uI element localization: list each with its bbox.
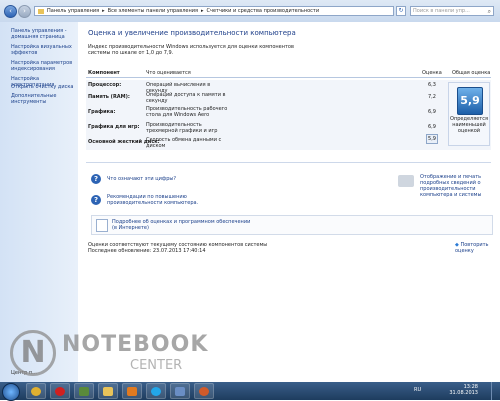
column-header-what: Что оценивается bbox=[146, 70, 191, 76]
forward-button[interactable]: › bbox=[18, 5, 31, 18]
watermark-line1: NOTEBOOK bbox=[62, 332, 209, 357]
link-what-mean[interactable]: ? Что означают эти цифры? bbox=[91, 174, 176, 184]
component-name: Процессор: bbox=[88, 82, 122, 88]
component-score: 6,9 bbox=[428, 109, 436, 115]
component-name: Графика для игр: bbox=[88, 124, 140, 130]
document-icon bbox=[96, 219, 108, 232]
sidebar-item-disk-cleanup[interactable]: Открыть очистку диска bbox=[11, 84, 75, 90]
component-score: 7,2 bbox=[428, 94, 436, 100]
breadcrumb[interactable]: Панель управления ▸ Все элементы панели … bbox=[34, 6, 394, 16]
link-print-details[interactable]: Отображение и печать подробных сведений … bbox=[420, 174, 498, 198]
taskbar-app-chrome[interactable] bbox=[26, 383, 46, 399]
divider bbox=[86, 162, 491, 163]
notebookcenter-watermark: N NOTEBOOK CENTER bbox=[10, 330, 220, 376]
sidebar-item-visual-effects[interactable]: Настройка визуальных эффектов bbox=[11, 44, 75, 56]
link-more-info[interactable]: Подробнее об оценках и программном обесп… bbox=[112, 219, 252, 231]
taskbar-app-game[interactable] bbox=[74, 383, 94, 399]
status-text: Оценки соответствуют текущему состоянию … bbox=[88, 242, 267, 254]
link-recommendations[interactable]: ? Рекомендации по повышению производител… bbox=[91, 194, 227, 206]
column-header-component: Компонент bbox=[88, 70, 120, 76]
rerun-assessment-link[interactable]: ◆ Повторить оценку bbox=[455, 242, 500, 254]
link-recommendations-text[interactable]: Рекомендации по повышению производительн… bbox=[107, 194, 227, 206]
search-input[interactable]: Поиск в панели упр... ⌕ bbox=[410, 6, 494, 16]
component-what: Операций доступа к памяти в секунду bbox=[146, 92, 226, 104]
taskbar-app-tool[interactable] bbox=[194, 383, 214, 399]
overall-score-badge: 5,9 Определяется наименьшей оценкой bbox=[448, 82, 490, 146]
taskbar-app-skype[interactable] bbox=[146, 383, 166, 399]
start-button[interactable] bbox=[2, 383, 20, 401]
taskbar: RU 13:28 31.08.2013 bbox=[0, 382, 500, 401]
page-title: Оценка и увеличение производительности к… bbox=[88, 29, 296, 37]
header-divider bbox=[86, 77, 491, 78]
component-score: 6,3 bbox=[428, 82, 436, 88]
taskbar-app-media[interactable] bbox=[122, 383, 142, 399]
last-update: Последнее обновление: 23.07.2013 17:40:1… bbox=[88, 248, 206, 254]
overall-score-label: Определяется наименьшей оценкой bbox=[450, 116, 488, 134]
breadcrumb-item[interactable]: Счетчики и средства производительности bbox=[207, 8, 320, 14]
component-what: Скорость обмена данными с диском bbox=[146, 137, 222, 149]
sidebar-item-advanced-tools[interactable]: Дополнительные инструменты bbox=[11, 93, 75, 105]
search-placeholder: Поиск в панели упр... bbox=[413, 8, 470, 14]
column-header-score: Оценка bbox=[422, 70, 442, 76]
refresh-icon[interactable]: ↻ bbox=[396, 6, 406, 16]
clock[interactable]: 13:28 31.08.2013 bbox=[449, 384, 478, 396]
sidebar-item-indexing[interactable]: Настройка параметров индексирования bbox=[11, 60, 75, 72]
printer-icon bbox=[398, 175, 414, 187]
taskbar-app-explorer[interactable] bbox=[98, 383, 118, 399]
language-indicator[interactable]: RU bbox=[414, 387, 421, 393]
component-what: Производительность трехмерной графики и … bbox=[146, 122, 218, 134]
clock-date: 31.08.2013 bbox=[449, 390, 478, 396]
show-desktop-button[interactable] bbox=[491, 382, 500, 400]
more-info-box: Подробнее об оценках и программном обесп… bbox=[91, 215, 493, 235]
sidebar-item-home[interactable]: Панель управления - домашняя страница bbox=[11, 28, 75, 40]
back-button[interactable]: ‹ bbox=[4, 5, 17, 18]
help-icon: ? bbox=[91, 174, 101, 184]
address-bar: ‹ › Панель управления ▸ Все элементы пан… bbox=[0, 0, 500, 23]
sidebar: Панель управления - домашняя страница На… bbox=[0, 22, 78, 382]
watermark-logo-icon: N bbox=[10, 330, 56, 376]
chevron-right-icon: ▸ bbox=[201, 8, 204, 14]
component-score: 6,9 bbox=[428, 124, 436, 130]
chevron-right-icon: ▸ bbox=[102, 8, 105, 14]
breadcrumb-item[interactable]: Все элементы панели управления bbox=[108, 8, 198, 14]
component-name: Графика: bbox=[88, 109, 116, 115]
page-description: Индекс производительности Windows исполь… bbox=[88, 44, 294, 56]
folder-icon bbox=[38, 8, 44, 14]
component-what: Производительность рабочего стола для Wi… bbox=[146, 106, 228, 118]
search-icon[interactable]: ⌕ bbox=[488, 8, 491, 16]
taskbar-app-controlpanel[interactable] bbox=[170, 383, 190, 399]
column-header-overall: Общая оценка bbox=[452, 70, 491, 76]
component-score: 5,9 bbox=[426, 134, 438, 144]
breadcrumb-item[interactable]: Панель управления bbox=[47, 8, 99, 14]
main-panel: Оценка и увеличение производительности к… bbox=[78, 22, 500, 382]
component-name: Память (RAM): bbox=[88, 94, 130, 100]
link-what-mean-text[interactable]: Что означают эти цифры? bbox=[107, 176, 176, 182]
watermark-line2: CENTER bbox=[130, 358, 183, 373]
taskbar-app-opera[interactable] bbox=[50, 383, 70, 399]
help-icon: ? bbox=[91, 195, 101, 205]
overall-score-value: 5,9 bbox=[457, 87, 483, 115]
rerun-assessment-label[interactable]: Повторить оценку bbox=[455, 242, 488, 254]
